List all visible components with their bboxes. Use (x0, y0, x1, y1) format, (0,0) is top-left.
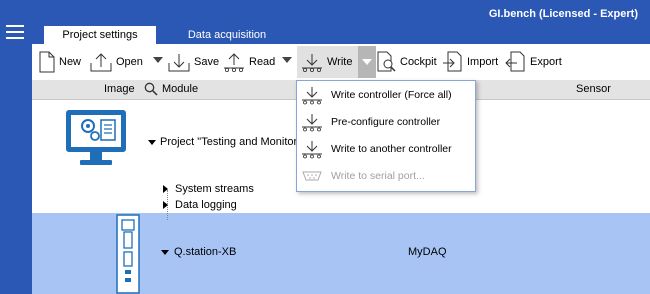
hamburger-menu-icon[interactable] (6, 25, 24, 39)
write-button[interactable]: Write (300, 49, 352, 75)
left-nav-bar (0, 0, 32, 294)
open-upload-icon (90, 53, 112, 72)
read-button[interactable]: Read (222, 49, 275, 75)
new-label: New (59, 56, 82, 68)
tab-project-settings[interactable]: Project settings (44, 26, 156, 44)
tree-project-label[interactable]: Project "Testing and Monitoring (160, 136, 312, 148)
save-button[interactable]: Save (167, 49, 219, 75)
write-controller-icon (302, 87, 322, 105)
serial-port-icon (302, 171, 322, 181)
new-file-icon (39, 51, 55, 73)
column-image[interactable]: Image (104, 83, 135, 95)
menu-item-write-to-another-controller[interactable]: Write to another controller (301, 137, 473, 161)
tree-system-streams[interactable]: System streams (175, 183, 254, 195)
open-dropdown-chevron-icon[interactable] (153, 57, 163, 63)
write-dropdown-menu: Write controller (Force all) Pre-configu… (296, 80, 476, 192)
menu-item-write-to-serial-port: Write to serial port... (301, 164, 473, 188)
cockpit-search-icon (377, 51, 396, 72)
save-download-icon (168, 54, 190, 72)
project-expand-chevron-icon[interactable] (148, 140, 156, 145)
menu-item-label: Write to another controller (331, 143, 452, 155)
menu-item-label: Write controller (Force all) (331, 89, 452, 101)
write-dropdown-chevron-icon (362, 59, 372, 65)
new-button[interactable]: New (38, 49, 81, 75)
search-icon[interactable] (144, 82, 158, 96)
tree-controller-label[interactable]: Q.station-XB (174, 246, 236, 258)
export-button[interactable]: Export (505, 49, 562, 75)
read-controller-icon (224, 53, 244, 72)
open-label: Open (116, 56, 143, 68)
read-label: Read (249, 56, 276, 68)
data-logging-expand-icon[interactable] (163, 201, 168, 209)
export-label: Export (530, 56, 562, 68)
column-module[interactable]: Module (162, 83, 198, 95)
cockpit-button[interactable]: Cockpit (375, 49, 437, 75)
toolbar: New Open Save Read Write Cockpit Import … (32, 44, 650, 80)
controller-device-icon (116, 214, 140, 294)
title-bar: GI.bench (Licensed - Expert) Project set… (32, 0, 650, 44)
write-controller-icon (302, 54, 322, 72)
read-dropdown-chevron-icon[interactable] (282, 57, 292, 63)
import-label: Import (467, 56, 499, 68)
import-button[interactable]: Import (442, 49, 498, 75)
tab-data-acquisition[interactable]: Data acquisition (172, 26, 282, 44)
write-controller-icon (302, 114, 322, 132)
menu-item-write-controller-force-all[interactable]: Write controller (Force all) (301, 83, 473, 107)
app-title: GI.bench (Licensed - Expert) (488, 8, 638, 20)
controller-expand-chevron-icon[interactable] (161, 250, 169, 255)
tree-data-logging[interactable]: Data logging (175, 199, 237, 211)
export-icon (505, 51, 525, 72)
menu-item-label: Pre-configure controller (331, 116, 441, 128)
project-monitor-icon (66, 110, 126, 165)
import-icon (443, 51, 462, 72)
cockpit-label: Cockpit (400, 56, 437, 68)
controller-module-value: MyDAQ (408, 246, 447, 258)
open-button[interactable]: Open (89, 49, 143, 75)
write-dropdown-button[interactable] (358, 46, 376, 78)
menu-item-label: Write to serial port... (331, 170, 425, 182)
write-label: Write (327, 56, 353, 68)
column-sensor[interactable]: Sensor (576, 83, 611, 95)
write-controller-icon (302, 141, 322, 159)
system-streams-expand-icon[interactable] (163, 185, 168, 193)
menu-item-pre-configure-controller[interactable]: Pre-configure controller (301, 110, 473, 134)
save-label: Save (194, 56, 220, 68)
